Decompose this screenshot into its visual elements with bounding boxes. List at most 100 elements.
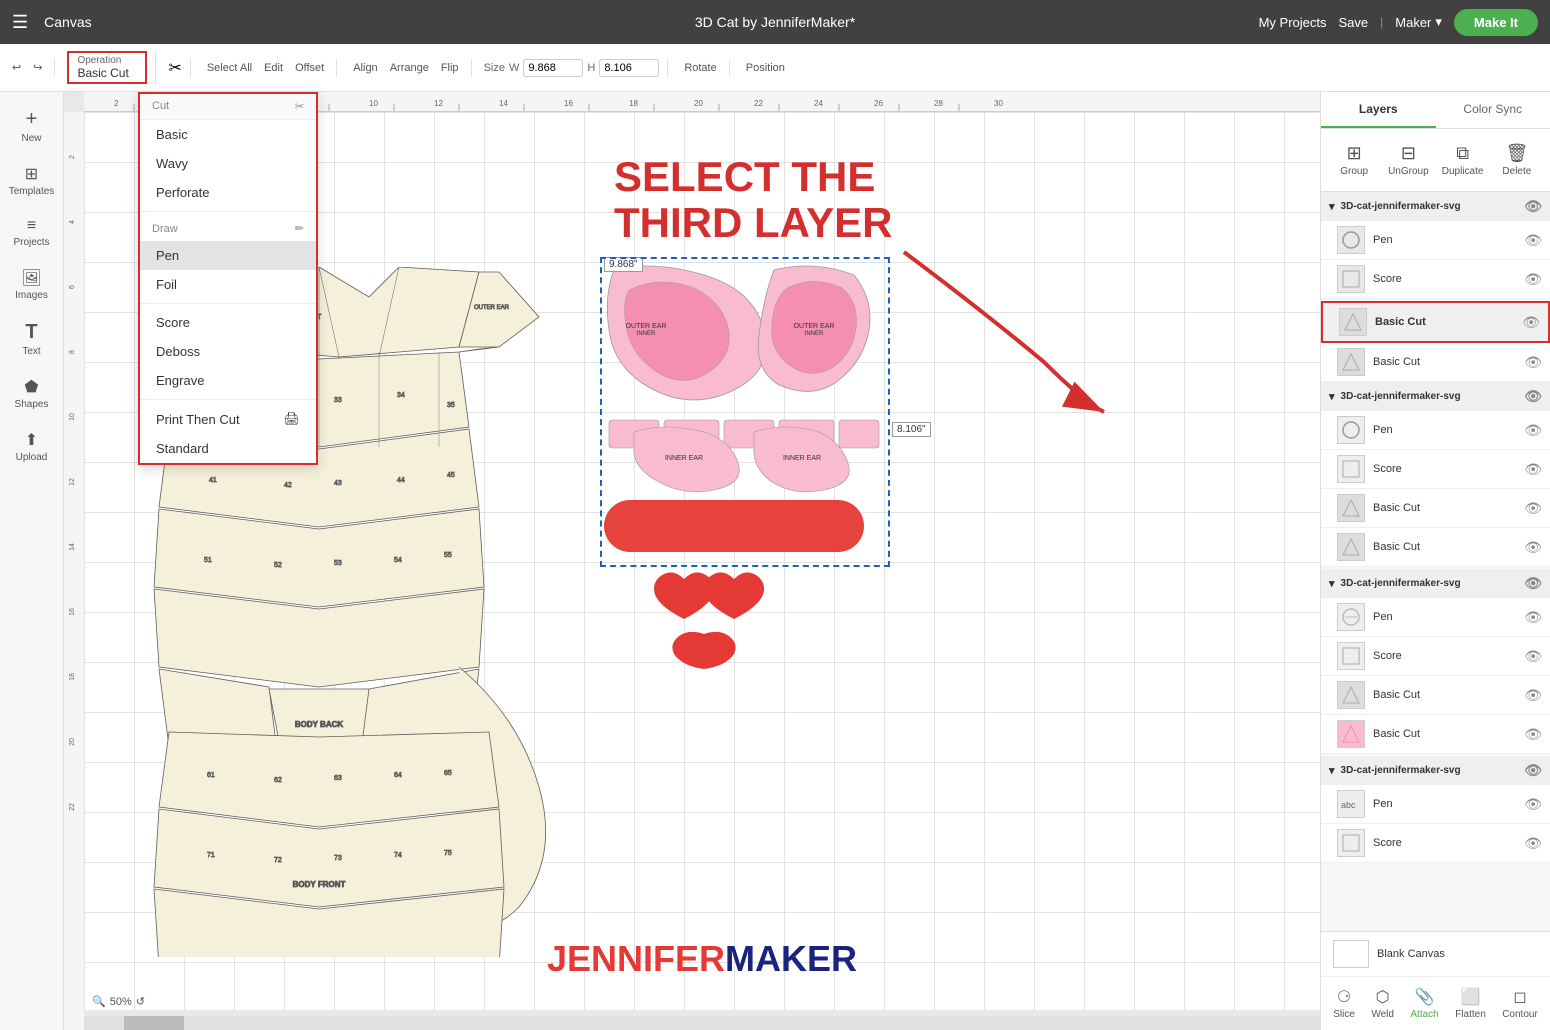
layer-group-header-4[interactable]: ▾ 3D-cat-jennifermaker-svg 👁 <box>1321 756 1550 785</box>
layer-pen-4[interactable]: abc Pen 👁 <box>1321 785 1550 824</box>
basiccut-highlight-label: Basic Cut <box>1375 316 1514 328</box>
group1-eye-icon[interactable]: 👁 <box>1524 198 1542 215</box>
position-button[interactable]: Position <box>742 60 789 76</box>
layer-basiccut-g3-2-pink[interactable]: Basic Cut 👁 <box>1321 715 1550 754</box>
layer-pen-2[interactable]: Pen 👁 <box>1321 411 1550 450</box>
standard-item[interactable]: Standard <box>140 434 316 463</box>
width-input[interactable] <box>523 59 583 77</box>
print-then-cut-item[interactable]: Print Then Cut 🖨 <box>140 404 316 434</box>
svg-text:30: 30 <box>994 99 1003 108</box>
cut-perforate-item[interactable]: Perforate <box>140 178 316 207</box>
operation-selector[interactable]: Operation Basic Cut <box>67 51 147 84</box>
sidebar-item-projects[interactable]: ≡ Projects <box>0 209 63 256</box>
sidebar-label-projects: Projects <box>13 237 49 248</box>
layer-score-3[interactable]: Score 👁 <box>1321 637 1550 676</box>
layer-score-2[interactable]: Score 👁 <box>1321 450 1550 489</box>
pen1-eye-icon[interactable]: 👁 <box>1524 232 1542 249</box>
svg-text:51: 51 <box>204 557 212 564</box>
layer-item-score-1[interactable]: Score 👁 <box>1321 260 1550 299</box>
layers-list: ▾ 3D-cat-jennifermaker-svg 👁 Pen 👁 Score <box>1321 192 1550 931</box>
my-projects-link[interactable]: My Projects <box>1259 15 1327 30</box>
layer-group-header-1[interactable]: ▾ 3D-cat-jennifermaker-svg 👁 <box>1321 192 1550 221</box>
group-button[interactable]: ⊞ Group <box>1329 137 1379 183</box>
new-icon: + <box>26 108 38 131</box>
basiccut-highlight-eye-icon[interactable]: 👁 <box>1522 314 1540 331</box>
score1-eye-icon[interactable]: 👁 <box>1524 271 1542 288</box>
weld-button[interactable]: ⬡ Weld <box>1363 983 1402 1024</box>
redo-button[interactable]: ↪ <box>29 59 46 76</box>
score2-eye-icon[interactable]: 👁 <box>1524 461 1542 478</box>
svg-text:BODY BACK: BODY BACK <box>295 720 344 729</box>
undo-button[interactable]: ↩ <box>8 59 25 76</box>
basiccut-g3-2-pink-thumb <box>1337 720 1365 748</box>
contour-button[interactable]: ◻ Contour <box>1494 983 1546 1024</box>
height-input[interactable] <box>599 59 659 77</box>
score3-eye-icon[interactable]: 👁 <box>1524 648 1542 665</box>
upload-icon: ⬆ <box>25 430 38 450</box>
cut-wavy-item[interactable]: Wavy <box>140 149 316 178</box>
draw-pen-item[interactable]: Pen <box>140 241 316 270</box>
offset-button[interactable]: Offset <box>291 60 328 76</box>
score1-thumbnail <box>1337 265 1365 293</box>
group2-eye-icon[interactable]: 👁 <box>1524 388 1542 405</box>
images-icon: 🖼 <box>21 268 41 288</box>
pen4-eye-icon[interactable]: 👁 <box>1524 796 1542 813</box>
group4-eye-icon[interactable]: 👁 <box>1524 762 1542 779</box>
basiccut-g2-2-eye[interactable]: 👁 <box>1524 539 1542 556</box>
edit-button[interactable]: Edit <box>260 60 287 76</box>
save-button[interactable]: Save <box>1339 15 1369 30</box>
sidebar-item-shapes[interactable]: ⬟ Shapes <box>0 369 63 418</box>
basiccut-g2-1-eye[interactable]: 👁 <box>1524 500 1542 517</box>
basiccut2-eye-icon[interactable]: 👁 <box>1524 354 1542 371</box>
layer-item-basiccut-2[interactable]: Basic Cut 👁 <box>1321 343 1550 382</box>
sidebar-item-text[interactable]: T Text <box>0 313 63 365</box>
duplicate-button[interactable]: ⧉ Duplicate <box>1438 137 1488 183</box>
group3-eye-icon[interactable]: 👁 <box>1524 575 1542 592</box>
maker-button[interactable]: Maker ▾ <box>1395 14 1442 30</box>
basiccut-g3-2-pink-eye[interactable]: 👁 <box>1524 726 1542 743</box>
delete-button[interactable]: 🗑 Delete <box>1492 137 1542 183</box>
weld-icon: ⬡ <box>1376 987 1390 1007</box>
horizontal-scrollbar[interactable] <box>84 1016 1320 1030</box>
engrave-item[interactable]: Engrave <box>140 366 316 395</box>
sidebar-item-upload[interactable]: ⬆ Upload <box>0 422 63 471</box>
slice-icon: ⚆ <box>1337 987 1351 1007</box>
align-button[interactable]: Align <box>349 60 381 76</box>
basiccut-g3-1-eye[interactable]: 👁 <box>1524 687 1542 704</box>
layer-group-3: ▾ 3D-cat-jennifermaker-svg 👁 Pen 👁 Score… <box>1321 569 1550 754</box>
select-all-button[interactable]: Select All <box>203 60 256 76</box>
layer-group-header-2[interactable]: ▾ 3D-cat-jennifermaker-svg 👁 <box>1321 382 1550 411</box>
tab-layers[interactable]: Layers <box>1321 92 1436 128</box>
flatten-button[interactable]: ⬜ Flatten <box>1447 983 1494 1024</box>
menu-icon[interactable]: ☰ <box>12 12 28 33</box>
flip-button[interactable]: Flip <box>437 60 463 76</box>
score-item[interactable]: Score <box>140 308 316 337</box>
layer-item-basiccut-highlighted[interactable]: Basic Cut 👁 <box>1321 301 1550 343</box>
slice-button[interactable]: ⚆ Slice <box>1325 983 1363 1024</box>
tab-color-sync[interactable]: Color Sync <box>1436 92 1550 128</box>
layer-basiccut-g2-1[interactable]: Basic Cut 👁 <box>1321 489 1550 528</box>
score4-eye-icon[interactable]: 👁 <box>1524 835 1542 852</box>
sidebar-item-images[interactable]: 🖼 Images <box>0 260 63 309</box>
layer-item-pen-1[interactable]: Pen 👁 <box>1321 221 1550 260</box>
layer-group-header-3[interactable]: ▾ 3D-cat-jennifermaker-svg 👁 <box>1321 569 1550 598</box>
deboss-item[interactable]: Deboss <box>140 337 316 366</box>
attach-button[interactable]: 📎 Attach <box>1402 983 1446 1024</box>
draw-foil-item[interactable]: Foil <box>140 270 316 299</box>
svg-text:12: 12 <box>434 99 443 108</box>
layer-basiccut-g3-1[interactable]: Basic Cut 👁 <box>1321 676 1550 715</box>
sidebar-item-templates[interactable]: ⊞ Templates <box>0 156 63 205</box>
ungroup-button[interactable]: ⊟ UnGroup <box>1383 137 1433 183</box>
layer-score-4[interactable]: Score 👁 <box>1321 824 1550 863</box>
svg-text:20: 20 <box>694 99 703 108</box>
sidebar-item-new[interactable]: + New <box>0 100 63 152</box>
layer-basiccut-g2-2[interactable]: Basic Cut 👁 <box>1321 528 1550 567</box>
pen2-eye-icon[interactable]: 👁 <box>1524 422 1542 439</box>
arrange-button[interactable]: Arrange <box>386 60 433 76</box>
pen3-eye-icon[interactable]: 👁 <box>1524 609 1542 626</box>
cut-basic-item[interactable]: Basic <box>140 120 316 149</box>
layer-pen-3[interactable]: Pen 👁 <box>1321 598 1550 637</box>
blank-canvas-row: Blank Canvas <box>1321 932 1550 977</box>
rotate-button[interactable]: Rotate <box>680 60 720 76</box>
make-it-button[interactable]: Make It <box>1454 9 1538 36</box>
